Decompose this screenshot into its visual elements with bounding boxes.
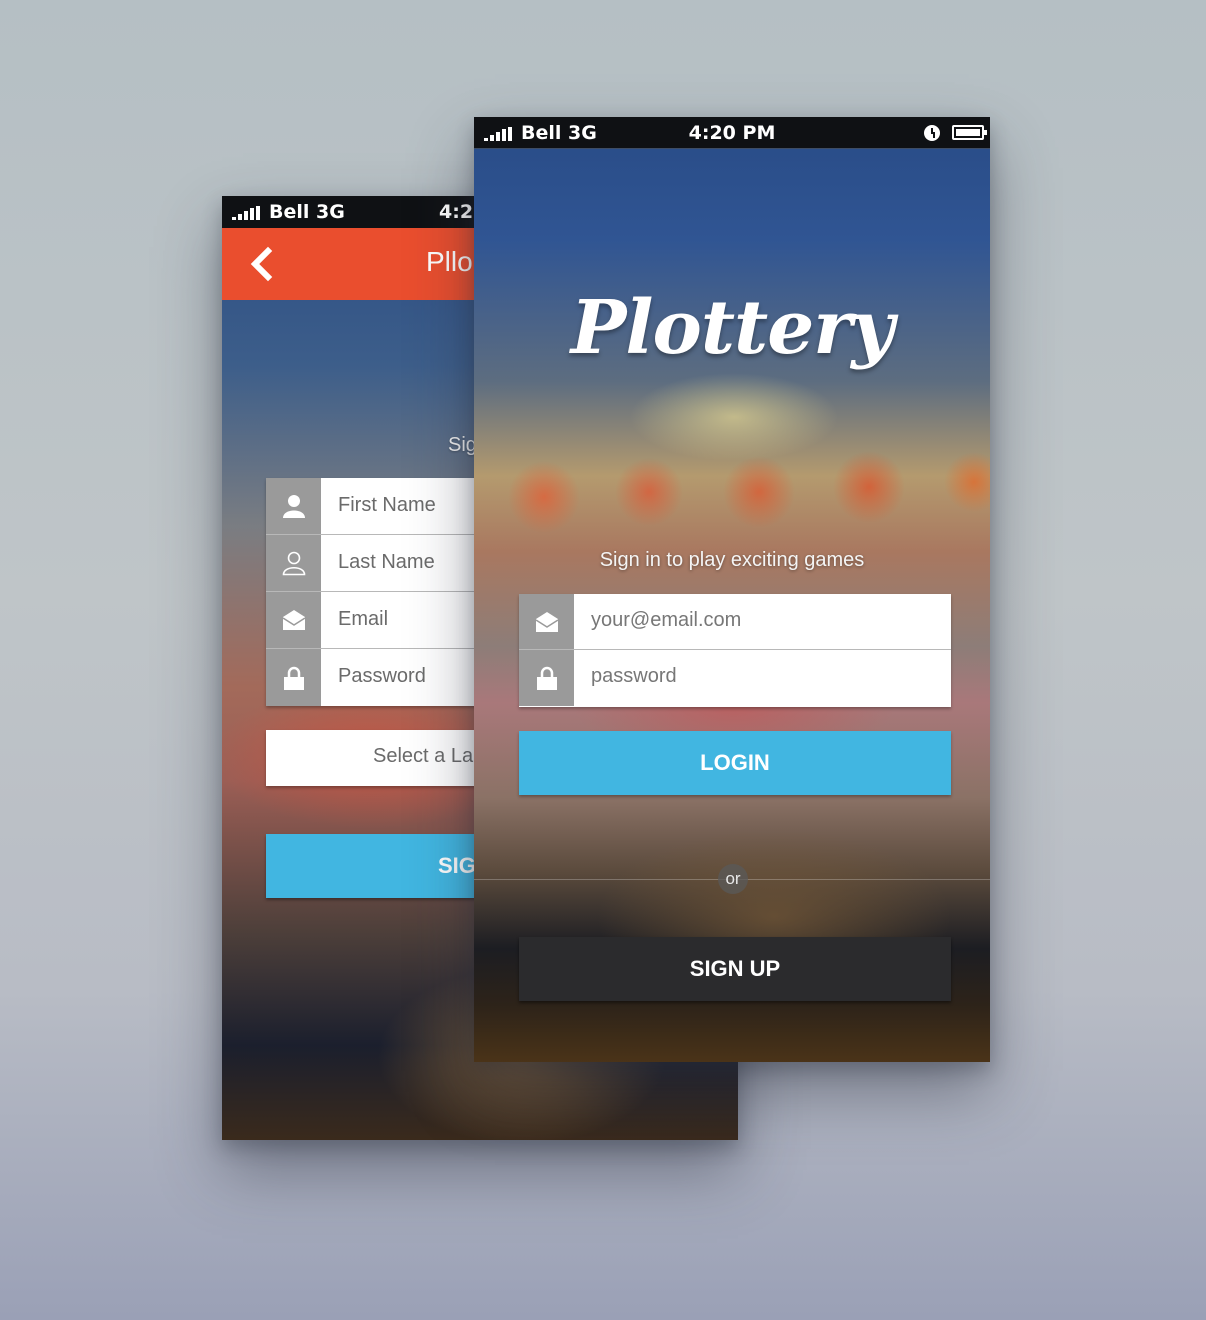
lock-icon <box>536 666 557 690</box>
or-separator: or <box>718 864 748 894</box>
first-name-placeholder: First Name <box>338 494 436 516</box>
login-button[interactable]: LOGIN <box>519 731 951 795</box>
lock-icon <box>283 666 304 690</box>
status-bar: Bell 3G 4:20 PM <box>474 117 990 149</box>
envelope-icon <box>282 610 305 630</box>
signup-button[interactable]: SIGN UP <box>519 937 951 1001</box>
login-screen: Bell 3G 4:20 PM Plottery Sign in to play… <box>474 117 990 1062</box>
password-placeholder: Password <box>338 665 426 687</box>
user-solid-icon <box>282 495 305 518</box>
signup-button-label: SIGN UP <box>689 956 781 981</box>
signup-submit-label: SIG <box>438 853 476 878</box>
login-button-label: LOGIN <box>700 750 770 775</box>
last-name-placeholder: Last Name <box>338 551 435 573</box>
chevron-left-icon <box>250 246 273 282</box>
language-select-label: Select a Lar <box>373 745 480 767</box>
nav-title: Pllo <box>426 246 473 277</box>
email-placeholder: Email <box>338 608 389 630</box>
login-form: your@email.com password <box>519 594 951 707</box>
carrier-label: Bell 3G <box>269 201 345 223</box>
alarm-clock-icon <box>924 125 940 141</box>
tagline: Sign in to play exciting games <box>599 549 865 571</box>
email-placeholder: your@email.com <box>591 609 742 631</box>
signal-icon <box>232 206 262 220</box>
password-input[interactable]: password <box>519 650 951 706</box>
envelope-icon <box>535 611 558 632</box>
or-label: or <box>725 869 741 888</box>
email-input[interactable]: your@email.com <box>519 594 951 650</box>
password-placeholder: password <box>591 665 677 687</box>
battery-icon <box>952 125 987 140</box>
back-button[interactable] <box>244 246 280 282</box>
user-outline-icon <box>282 551 305 576</box>
signup-subtitle: Sig <box>448 434 477 456</box>
clock: 4:2 <box>439 201 474 223</box>
clock: 4:20 PM <box>688 122 776 144</box>
blurred-background <box>474 117 990 1062</box>
app-logo: Plottery <box>570 285 895 371</box>
